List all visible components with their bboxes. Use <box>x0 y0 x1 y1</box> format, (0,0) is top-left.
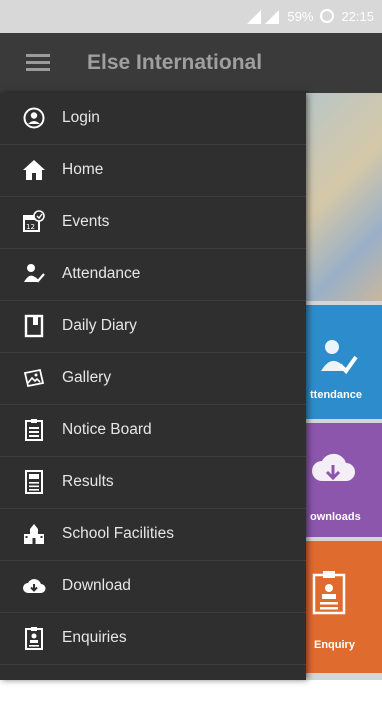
menu-item-home[interactable]: Home <box>0 145 306 197</box>
downloads-card-icon <box>310 451 356 491</box>
results-icon <box>22 470 46 494</box>
app-title: Else International <box>87 51 263 74</box>
battery-icon <box>319 8 335 24</box>
menu-item-daily-diary[interactable]: Daily Diary <box>0 301 306 353</box>
menu-item-label: Home <box>62 161 104 178</box>
notice-board-icon <box>22 418 46 442</box>
status-time: 22:15 <box>341 8 374 24</box>
home-icon <box>22 158 46 182</box>
menu-item-label: Daily Diary <box>62 317 137 334</box>
menu-item-attendance[interactable]: Attendance <box>0 249 306 301</box>
attendance-card[interactable]: ttendance <box>300 305 382 419</box>
banner-image[interactable] <box>300 93 382 301</box>
partial-menu-icon <box>22 678 46 702</box>
enquiries-icon <box>22 626 46 650</box>
signal-icon <box>245 8 281 24</box>
menu-item-partial[interactable] <box>0 665 306 716</box>
status-indicators: 59% 22:15 <box>245 8 374 24</box>
download-icon <box>22 574 46 598</box>
menu-item-label: Notice Board <box>62 421 152 438</box>
menu-item-label: Events <box>62 213 110 230</box>
menu-item-gallery[interactable]: Gallery <box>0 353 306 405</box>
menu-item-login[interactable]: Login <box>0 93 306 145</box>
menu-item-notice-board[interactable]: Notice Board <box>0 405 306 457</box>
menu-item-download[interactable]: Download <box>0 561 306 613</box>
app-bar: Else International <box>0 33 382 93</box>
menu-item-label: Results <box>62 473 114 490</box>
menu-item-label: Enquiries <box>62 629 127 646</box>
menu-item-enquiries[interactable]: Enquiries <box>0 613 306 665</box>
battery-percent: 59% <box>287 8 314 24</box>
enquiry-card-icon <box>312 571 346 615</box>
menu-item-label: Attendance <box>62 265 141 282</box>
calendar-icon: 12 <box>22 210 46 234</box>
svg-text:12: 12 <box>26 223 35 231</box>
downloads-card-label: ownloads <box>310 511 361 523</box>
enquiry-card-label: Enquiry <box>314 639 355 651</box>
diary-icon <box>22 314 46 338</box>
menu-item-label: Gallery <box>62 369 112 386</box>
menu-item-results[interactable]: Results <box>0 457 306 509</box>
status-bar: 59% 22:15 <box>0 0 382 33</box>
menu-item-label: School Facilities <box>62 525 174 542</box>
menu-item-label: Login <box>62 109 100 126</box>
menu-item-school-facilities[interactable]: School Facilities <box>0 509 306 561</box>
hamburger-menu-icon[interactable] <box>26 53 50 73</box>
attendance-card-icon <box>318 337 358 377</box>
school-icon <box>22 522 46 546</box>
attendance-icon <box>22 262 46 286</box>
navigation-drawer: Login Home 12 Events Attendance Daily Di… <box>0 93 306 701</box>
login-icon <box>22 106 46 130</box>
menu-item-label: Download <box>62 577 131 594</box>
attendance-card-label: ttendance <box>310 389 362 401</box>
gallery-icon <box>22 366 46 390</box>
enquiry-card[interactable]: Enquiry <box>300 541 382 673</box>
downloads-card[interactable]: ownloads <box>300 423 382 537</box>
menu-item-events[interactable]: 12 Events <box>0 197 306 249</box>
